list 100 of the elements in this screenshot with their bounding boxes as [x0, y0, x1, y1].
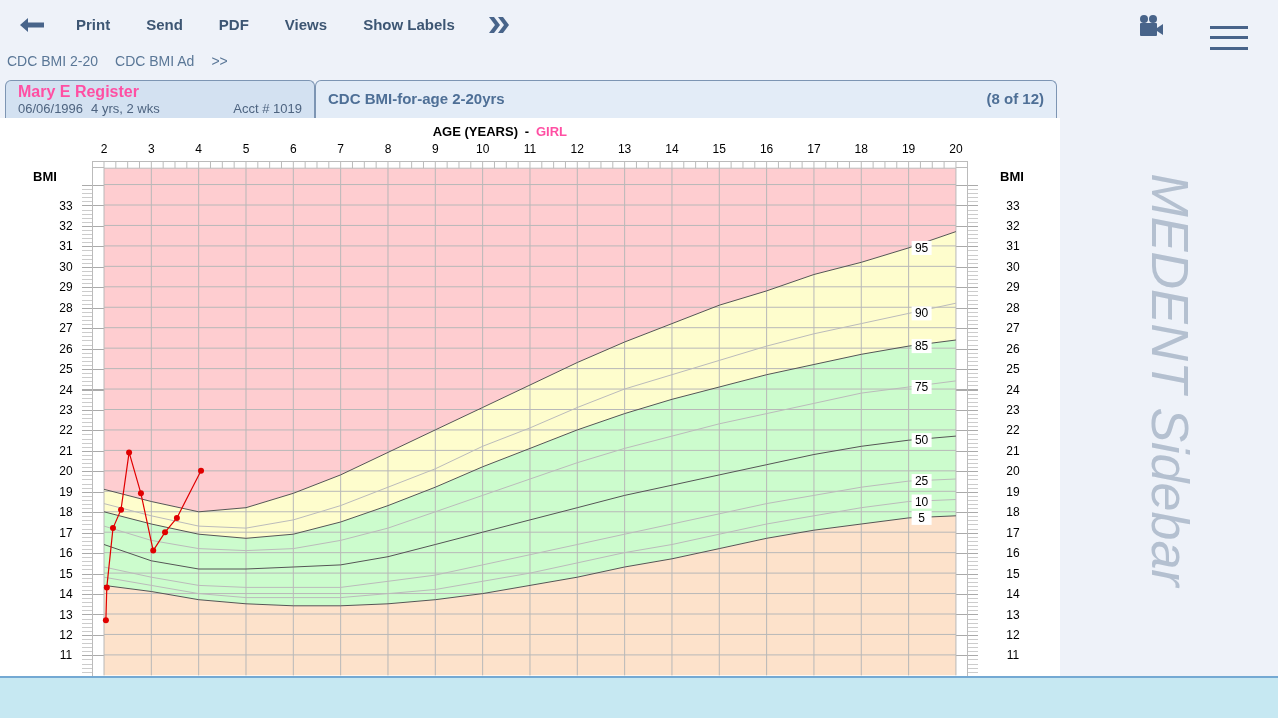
- x-tick-label: 11: [523, 142, 537, 156]
- data-point: [150, 547, 157, 554]
- y-tick-label: 20: [1006, 464, 1020, 479]
- y-tick-label: 24: [1006, 382, 1020, 397]
- x-tick-label: 12: [570, 142, 584, 156]
- y-tick-label: 18: [1006, 505, 1020, 520]
- y-tick-label: 19: [59, 484, 73, 499]
- percentile-label: 85: [911, 339, 932, 354]
- x-tick-label: 8: [384, 142, 392, 156]
- x-tick-label: 19: [901, 142, 916, 156]
- video-camera-icon[interactable]: [1139, 14, 1164, 38]
- patient-tab[interactable]: Mary E Register 06/06/1996 4 yrs, 2 wks Acct # 1019: [5, 80, 315, 118]
- data-point: [103, 584, 110, 591]
- data-point: [173, 514, 180, 521]
- y-tick-label: 21: [1006, 443, 1020, 458]
- y-tick-label: 13: [1006, 607, 1020, 622]
- y-tick-label: 28: [59, 300, 73, 315]
- y-tick-label: 16: [1006, 546, 1020, 561]
- y-tick-label: 22: [59, 423, 73, 438]
- y-tick-label: 26: [59, 341, 73, 356]
- back-arrow-icon: [19, 17, 45, 33]
- y-tick-label: 29: [1006, 280, 1020, 295]
- data-point: [118, 506, 125, 513]
- patient-age: 4 yrs, 2 wks: [91, 102, 160, 115]
- percentile-label: 25: [911, 474, 932, 489]
- x-tick-label: 14: [665, 142, 679, 156]
- y-tick-label: 31: [59, 239, 73, 254]
- x-tick-label: 9: [431, 142, 439, 156]
- x-tick-label: 4: [195, 142, 202, 156]
- title-separator: -: [524, 124, 530, 139]
- x-tick-label: 16: [759, 142, 774, 156]
- y-tick-label: 17: [1006, 525, 1020, 540]
- y-axis-title: BMI: [33, 169, 57, 184]
- y-tick-label: 29: [59, 280, 73, 295]
- y-tick-label: 20: [59, 464, 73, 479]
- y-tick-label: 33: [59, 198, 73, 213]
- account-number: Acct # 1019: [233, 102, 302, 115]
- y-tick-label: 13: [59, 607, 73, 622]
- chart-link[interactable]: CDC BMI 2-20: [7, 50, 99, 72]
- x-tick-label: 20: [949, 142, 963, 156]
- y-tick-label: 15: [1006, 566, 1020, 581]
- series-label: 5: [918, 510, 926, 525]
- y-tick-label: 15: [59, 566, 73, 581]
- x-tick-label: 6: [290, 142, 297, 156]
- y-tick-label: 14: [1006, 587, 1020, 602]
- y-tick-label: 23: [59, 403, 73, 417]
- y-tick-label: 31: [1006, 239, 1020, 254]
- percentile-label: 50: [911, 433, 932, 448]
- sex-label: GIRL: [535, 124, 568, 139]
- menu-icon[interactable]: [1210, 26, 1248, 50]
- x-tick-label: 18: [854, 142, 868, 156]
- x-tick-label: 7: [337, 142, 344, 156]
- toolbar-button[interactable]: PDF: [206, 9, 261, 41]
- y-tick-label: 27: [59, 321, 73, 336]
- y-tick-label: 22: [1006, 423, 1020, 438]
- y-tick-label: 19: [1006, 484, 1020, 499]
- y-tick-label: 21: [59, 443, 73, 458]
- y-tick-label: 24: [59, 382, 73, 397]
- data-point: [126, 449, 133, 456]
- chart-link[interactable]: CDC BMI Ad: [115, 50, 195, 72]
- y-tick-label: 25: [59, 362, 73, 377]
- y-tick-label: 26: [1006, 341, 1020, 356]
- y-tick-label: 18: [59, 505, 73, 520]
- y-tick-label: 27: [1006, 321, 1020, 336]
- y-tick-label: 17: [59, 525, 73, 540]
- y-tick-label: 12: [1006, 627, 1020, 642]
- toolbar-button[interactable]: Show Labels: [351, 9, 467, 41]
- data-point: [102, 617, 109, 624]
- x-tick-label: 15: [712, 142, 726, 156]
- y-tick-label: 28: [1006, 300, 1020, 315]
- y-tick-label: 14: [59, 587, 73, 602]
- data-point: [137, 490, 144, 497]
- data-point: [162, 529, 169, 536]
- toolbar-button[interactable]: Send: [134, 9, 195, 41]
- percentile-label: 75: [911, 380, 932, 394]
- y-tick-label: 25: [1006, 362, 1020, 377]
- patient-name: Mary E Register: [18, 84, 140, 100]
- double-chevron-icon: [487, 16, 510, 34]
- x-tick-label: 10: [475, 142, 490, 156]
- axis-title: AGE (YEARS): [432, 124, 518, 139]
- toolbar-button[interactable]: Views: [272, 9, 340, 41]
- x-tick-label: 5: [242, 142, 250, 156]
- chart-tab[interactable]: CDC BMI-for-age 2-20yrs (8 of 12): [315, 80, 1057, 118]
- percentile-label: 90: [911, 306, 932, 321]
- data-point: [110, 525, 116, 532]
- y-tick-label: 33: [1006, 198, 1020, 213]
- y-tick-label: 12: [59, 627, 73, 642]
- data-point: [198, 467, 205, 474]
- x-tick-label: 13: [617, 142, 632, 156]
- y-tick-label: 11: [1006, 648, 1020, 663]
- chart-link[interactable]: >>: [211, 50, 228, 72]
- y-tick-label: 23: [1006, 403, 1020, 417]
- chart-position: (8 of 12): [986, 89, 1044, 110]
- y-tick-label: 11: [59, 648, 73, 663]
- x-tick-label: 2: [100, 142, 108, 156]
- x-tick-label: 17: [807, 142, 821, 156]
- y-axis-title: BMI: [1000, 169, 1024, 184]
- y-tick-label: 30: [59, 259, 73, 274]
- toolbar-button[interactable]: Print: [64, 9, 123, 41]
- y-tick-label: 32: [59, 218, 73, 233]
